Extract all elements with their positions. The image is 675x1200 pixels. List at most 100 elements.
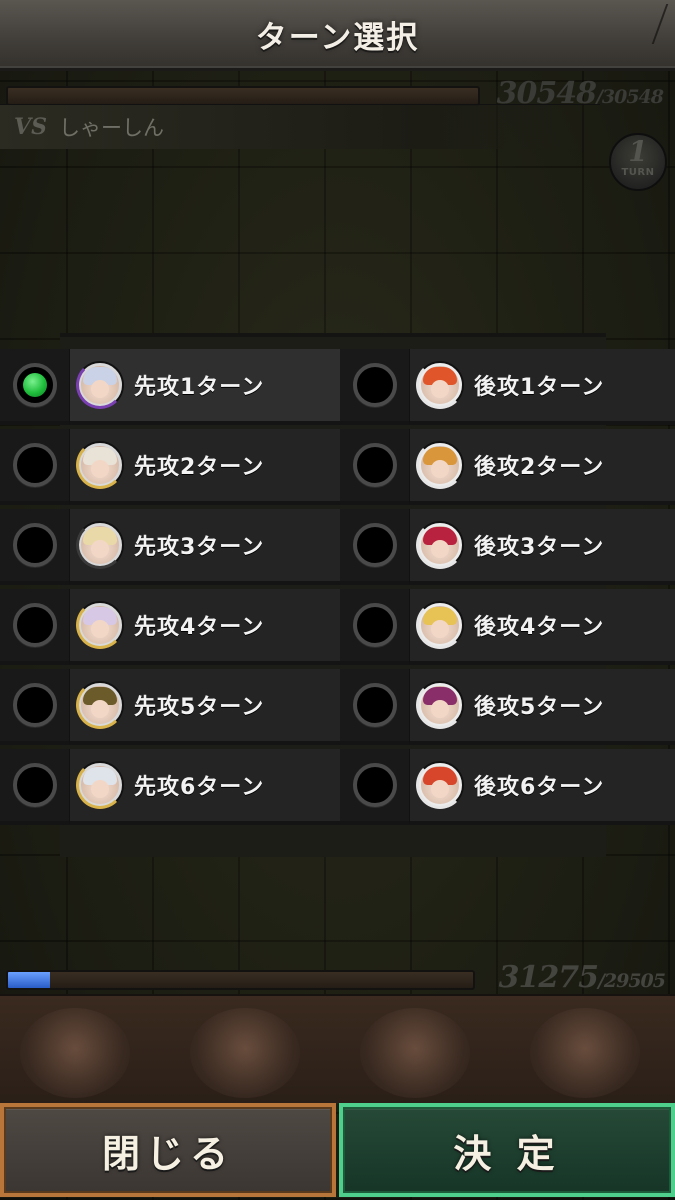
option-row: 先攻2ターン 後攻2ターン — [0, 429, 675, 505]
team-member-4 — [530, 1008, 640, 1098]
player-hp-bar — [6, 970, 475, 990]
character-avatar-icon — [76, 521, 124, 569]
turn-option-second-4[interactable]: 後攻4ターン — [340, 589, 675, 665]
turn-word: TURN — [621, 167, 655, 178]
option-label-zone[interactable]: 後攻6ターン — [410, 749, 675, 825]
radio-zone[interactable] — [0, 749, 70, 825]
team-strip — [0, 994, 675, 1104]
turn-option-second-6[interactable]: 後攻6ターン — [340, 749, 675, 825]
option-label-zone[interactable]: 後攻2ターン — [410, 429, 675, 505]
turn-option-second-3[interactable]: 後攻3ターン — [340, 509, 675, 585]
radio-zone[interactable] — [0, 669, 70, 745]
option-label-zone[interactable]: 先攻1ターン — [70, 349, 340, 425]
radio-button[interactable] — [352, 683, 397, 727]
radio-button[interactable] — [352, 763, 397, 807]
vs-label: VS — [14, 114, 47, 140]
radio-button[interactable] — [352, 443, 397, 487]
turn-option-first-4[interactable]: 先攻4ターン — [0, 589, 340, 665]
turn-option-label: 先攻3ターン — [134, 535, 265, 560]
character-avatar-icon — [76, 361, 124, 409]
turn-option-label: 後攻5ターン — [474, 695, 605, 720]
option-label-zone[interactable]: 先攻5ターン — [70, 669, 340, 745]
player-hp-readout: 31275/29505 — [498, 960, 666, 995]
turn-option-first-5[interactable]: 先攻5ターン — [0, 669, 340, 745]
radio-button[interactable] — [12, 443, 57, 487]
radio-zone[interactable] — [340, 349, 410, 425]
character-avatar-icon — [76, 441, 124, 489]
character-avatar-icon — [416, 361, 464, 409]
option-label-zone[interactable]: 後攻4ターン — [410, 589, 675, 665]
turn-option-first-3[interactable]: 先攻3ターン — [0, 509, 340, 585]
radio-button[interactable] — [352, 603, 397, 647]
turn-option-second-2[interactable]: 後攻2ターン — [340, 429, 675, 505]
radio-zone[interactable] — [340, 589, 410, 665]
page-title: ターン選択 — [255, 19, 420, 56]
title-bar: ターン選択 — [0, 0, 675, 71]
turn-option-second-1[interactable]: 後攻1ターン — [340, 349, 675, 425]
player-hp-current: 31275 — [498, 960, 599, 995]
character-avatar-icon — [416, 521, 464, 569]
radio-button[interactable] — [352, 523, 397, 567]
turn-option-label: 先攻5ターン — [134, 695, 265, 720]
turn-option-label: 先攻1ターン — [134, 375, 265, 400]
character-avatar-icon — [416, 761, 464, 809]
option-row: 先攻3ターン 後攻3ターン — [0, 509, 675, 585]
confirm-button[interactable]: 決 定 — [339, 1103, 675, 1197]
enemy-hp-max: /30548 — [595, 86, 664, 108]
radio-button[interactable] — [12, 603, 57, 647]
turn-option-first-1[interactable]: 先攻1ターン — [0, 349, 340, 425]
character-avatar-icon — [76, 601, 124, 649]
option-label-zone[interactable]: 後攻3ターン — [410, 509, 675, 585]
avatar-ring — [416, 761, 464, 809]
enemy-name-row: VS しゃーしん — [0, 104, 600, 149]
radio-button[interactable] — [352, 363, 397, 407]
close-button[interactable]: 閉じる — [0, 1103, 336, 1197]
radio-zone[interactable] — [0, 349, 70, 425]
player-hp-fill — [8, 972, 50, 988]
scratch-decoration — [621, 4, 669, 44]
team-member-2 — [190, 1008, 300, 1098]
avatar-ring — [416, 601, 464, 649]
radio-button[interactable] — [12, 523, 57, 567]
avatar-ring — [76, 441, 124, 489]
avatar-ring — [416, 681, 464, 729]
option-label-zone[interactable]: 先攻6ターン — [70, 749, 340, 825]
option-label-zone[interactable]: 先攻3ターン — [70, 509, 340, 585]
radio-button[interactable] — [12, 763, 57, 807]
turn-choice-grid: 先攻1ターン 後攻1ターン 先攻2ターン 後攻2ターン先攻3ターン 後攻3ターン先攻4タ… — [0, 349, 675, 825]
avatar-ring — [76, 761, 124, 809]
option-label-zone[interactable]: 先攻2ターン — [70, 429, 340, 505]
avatar-ring — [416, 361, 464, 409]
radio-zone[interactable] — [340, 749, 410, 825]
close-button-label: 閉じる — [101, 1131, 234, 1176]
turn-option-first-2[interactable]: 先攻2ターン — [0, 429, 340, 505]
radio-button[interactable] — [12, 683, 57, 727]
radio-zone[interactable] — [340, 429, 410, 505]
radio-zone[interactable] — [0, 429, 70, 505]
radio-zone[interactable] — [340, 509, 410, 585]
option-row: 先攻1ターン 後攻1ターン — [0, 349, 675, 425]
avatar-ring — [416, 441, 464, 489]
character-avatar-icon — [416, 681, 464, 729]
radio-zone[interactable] — [340, 669, 410, 745]
team-member-3 — [360, 1008, 470, 1098]
turn-option-second-5[interactable]: 後攻5ターン — [340, 669, 675, 745]
avatar-ring — [76, 601, 124, 649]
option-label-zone[interactable]: 後攻1ターン — [410, 349, 675, 425]
enemy-name: しゃーしん — [58, 116, 164, 140]
character-avatar-icon — [416, 441, 464, 489]
option-label-zone[interactable]: 先攻4ターン — [70, 589, 340, 665]
turn-number: 1 — [628, 135, 648, 168]
turn-option-label: 後攻3ターン — [474, 535, 605, 560]
turn-option-label: 先攻6ターン — [134, 775, 265, 800]
radio-zone[interactable] — [0, 589, 70, 665]
radio-zone[interactable] — [0, 509, 70, 585]
turn-option-first-6[interactable]: 先攻6ターン — [0, 749, 340, 825]
turn-option-label: 後攻4ターン — [474, 615, 605, 640]
turn-option-label: 後攻2ターン — [474, 455, 605, 480]
confirm-button-label: 決 定 — [453, 1131, 561, 1176]
radio-button[interactable] — [12, 363, 57, 407]
character-avatar-icon — [76, 761, 124, 809]
avatar-ring — [416, 521, 464, 569]
option-label-zone[interactable]: 後攻5ターン — [410, 669, 675, 745]
